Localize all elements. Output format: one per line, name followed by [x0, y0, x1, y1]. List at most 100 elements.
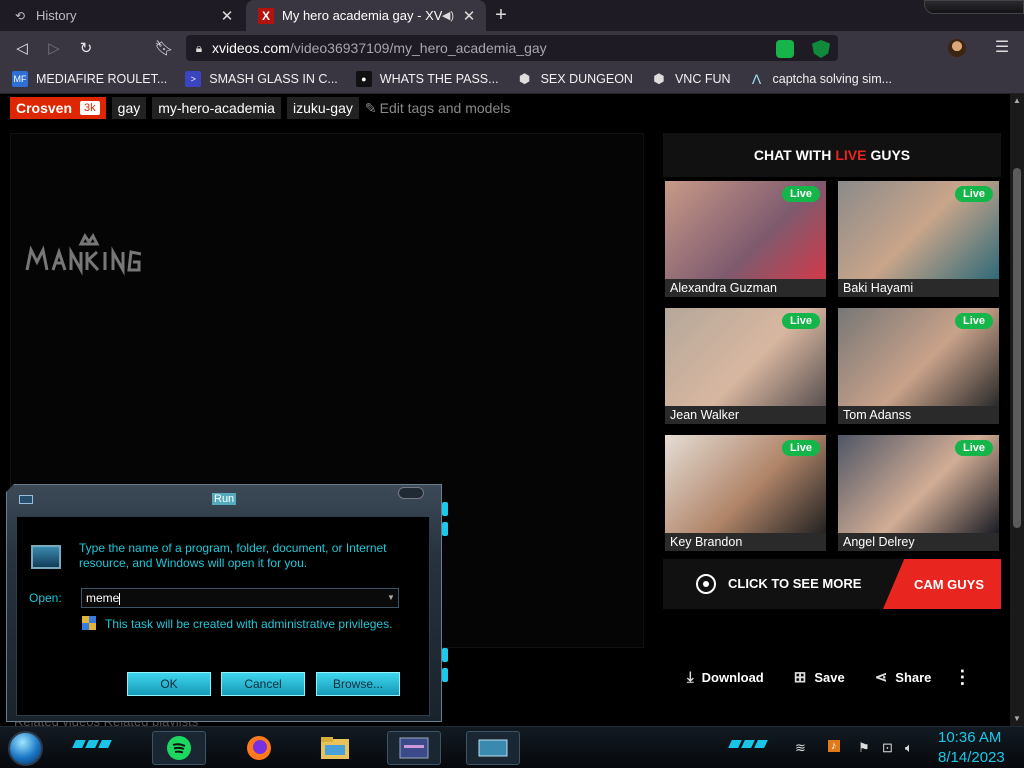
scroll-thumb[interactable]: [1013, 168, 1021, 528]
speaker-icon[interactable]: ◀): [442, 9, 454, 22]
volume-icon[interactable]: 🔈︎: [905, 740, 913, 756]
bookmark-label: WHATS THE PASS...: [379, 72, 499, 86]
chat-prefix: CHAT WITH: [753, 147, 832, 163]
more-options-icon[interactable]: ⋮: [953, 667, 971, 688]
network-icon[interactable]: ⊡: [882, 740, 893, 756]
uploader-badge[interactable]: Crosven 3k: [10, 97, 106, 119]
tag-my-hero-academia[interactable]: my-hero-academia: [152, 97, 281, 119]
history-icon: ⟲: [14, 8, 26, 23]
tray-lines-icon[interactable]: ≋: [795, 740, 806, 756]
clock-date[interactable]: 8/14/2023: [938, 749, 1005, 766]
folder-icon: [321, 737, 349, 759]
cube-icon: ⬢: [518, 71, 531, 86]
cam-tile[interactable]: Live Angel Delrey: [838, 435, 999, 551]
channel-logo-icon: [25, 233, 142, 276]
live-badge: Live: [954, 186, 993, 202]
cancel-button[interactable]: Cancel: [221, 672, 305, 696]
run-program-icon: [478, 739, 508, 757]
taskbar-run[interactable]: [466, 731, 520, 765]
bookmark-label: SMASH GLASS IN C...: [209, 72, 338, 86]
run-title-icon: [19, 495, 33, 504]
close-icon[interactable]: [398, 487, 424, 499]
run-program-icon: [31, 545, 61, 569]
see-more-banner[interactable]: CLICK TO SEE MORE CAM GUYS: [663, 559, 1001, 609]
frame-accent-decoration: [442, 502, 448, 516]
back-button[interactable]: ◁: [6, 32, 38, 64]
live-badge: Live: [954, 313, 993, 329]
extension-shield-icon[interactable]: [812, 40, 830, 58]
cam-name: Alexandra Guzman: [665, 279, 826, 297]
bookmark-sex-dungeon[interactable]: ⬢ SEX DUNGEON: [517, 71, 633, 87]
bookmark-label: VNC FUN: [674, 72, 731, 86]
ok-button[interactable]: OK: [127, 672, 211, 696]
cam-tile[interactable]: Live Baki Hayami: [838, 181, 999, 297]
flag-icon[interactable]: ⚑: [858, 740, 870, 756]
bookmark-whats-the-pass[interactable]: ● WHATS THE PASS...: [355, 71, 499, 87]
share-button[interactable]: ⋖ Share: [875, 668, 932, 686]
url-domain: xvideos.com: [212, 40, 290, 56]
cam-name: Baki Hayami: [838, 279, 999, 297]
spotify-icon: [167, 736, 191, 760]
admin-note: This task will be created with administr…: [105, 617, 393, 631]
tab-title: My hero academia gay - XVID: [282, 8, 442, 23]
mediafire-icon: MF: [12, 71, 28, 87]
tag-izuku-gay[interactable]: izuku-gay: [286, 97, 359, 119]
chat-live-header[interactable]: CHAT WITH LIVE GUYS: [663, 133, 1001, 177]
save-button[interactable]: ⊞ Save: [794, 668, 845, 686]
tab-history[interactable]: ⟲ History ✕: [0, 0, 244, 31]
webcam-icon: [696, 574, 716, 594]
cam-tile[interactable]: Live Key Brandon: [665, 435, 826, 551]
download-button[interactable]: ⤓ Download: [687, 669, 764, 686]
taskbar-spotify[interactable]: [152, 731, 206, 765]
bookmark-icon[interactable]: 🔖︎: [148, 32, 180, 64]
tab-video[interactable]: X My hero academia gay - XVID ◀) ✕: [246, 0, 486, 31]
cam-tile[interactable]: Live Alexandra Guzman: [665, 181, 826, 297]
tag-gay[interactable]: gay: [111, 97, 147, 119]
run-input-value: meme: [86, 591, 120, 605]
scroll-down-icon[interactable]: ▼: [1010, 712, 1024, 726]
tab-bar: ⟲ History ✕ X My hero academia gay - XVI…: [0, 0, 1024, 31]
cam-guys-button[interactable]: CAM GUYS: [883, 559, 1001, 609]
reload-button[interactable]: ↻: [70, 32, 102, 64]
bookmark-smash-glass[interactable]: > SMASH GLASS IN C...: [185, 71, 338, 87]
start-button[interactable]: [8, 731, 43, 766]
browse-button[interactable]: Browse...: [316, 672, 400, 696]
bookmark-vnc-fun[interactable]: ⬢ VNC FUN: [651, 71, 731, 87]
menu-icon[interactable]: ☰: [990, 36, 1014, 60]
forward-button[interactable]: ▷: [38, 32, 70, 64]
close-icon[interactable]: ✕: [460, 7, 478, 25]
close-icon[interactable]: ✕: [218, 7, 236, 25]
uac-shield-icon: [82, 616, 96, 630]
frame-accent-decoration: [442, 648, 448, 662]
clock-time[interactable]: 10:36 AM: [938, 729, 1001, 746]
taskbar-window[interactable]: [387, 731, 441, 765]
address-bar[interactable]: 🔒︎ xvideos.com/video36937109/my_hero_aca…: [186, 35, 838, 61]
chevron-down-icon[interactable]: ▼: [384, 589, 398, 607]
profile-avatar[interactable]: [948, 39, 966, 57]
cam-tile[interactable]: Live Tom Adanss: [838, 308, 999, 424]
cam-name: Angel Delrey: [838, 533, 999, 551]
tray-app-icon[interactable]: ♪: [828, 740, 840, 752]
live-badge: Live: [781, 440, 820, 456]
taskbar-firefox[interactable]: [232, 731, 286, 765]
page-scrollbar[interactable]: ▲ ▼: [1010, 94, 1024, 726]
run-open-input[interactable]: meme ▼: [81, 588, 399, 608]
new-tab-button[interactable]: +: [490, 4, 512, 26]
bookmark-captcha[interactable]: Λ captcha solving sim...: [749, 71, 892, 87]
taskbar: ≋ ♪ ⚑ ⊡ 🔈︎ 10:36 AM 8/14/2023: [0, 726, 1024, 768]
chat-live-word: LIVE: [835, 147, 867, 163]
xvideos-favicon-icon: X: [258, 7, 274, 24]
scroll-up-icon[interactable]: ▲: [1010, 94, 1024, 108]
edit-tags-link[interactable]: ✎ Edit tags and models: [365, 100, 510, 117]
bookmark-mediafire[interactable]: MF MEDIAFIRE ROULET...: [12, 71, 167, 87]
extension-chat-icon[interactable]: [776, 40, 794, 58]
caret-icon: Λ: [751, 71, 762, 87]
screen: ⟲ History ✕ X My hero academia gay - XVI…: [0, 0, 1024, 768]
download-icon: ⤓: [687, 668, 694, 686]
cam-tile[interactable]: Live Jean Walker: [665, 308, 826, 424]
chat-suffix: GUYS: [870, 147, 911, 163]
share-label: Share: [895, 669, 932, 685]
taskbar-explorer[interactable]: [308, 731, 362, 765]
video-actions: ⤓ Download ⊞ Save ⋖ Share ⋮: [687, 666, 971, 688]
run-dialog[interactable]: Run Type the name of a program, folder, …: [0, 484, 450, 724]
